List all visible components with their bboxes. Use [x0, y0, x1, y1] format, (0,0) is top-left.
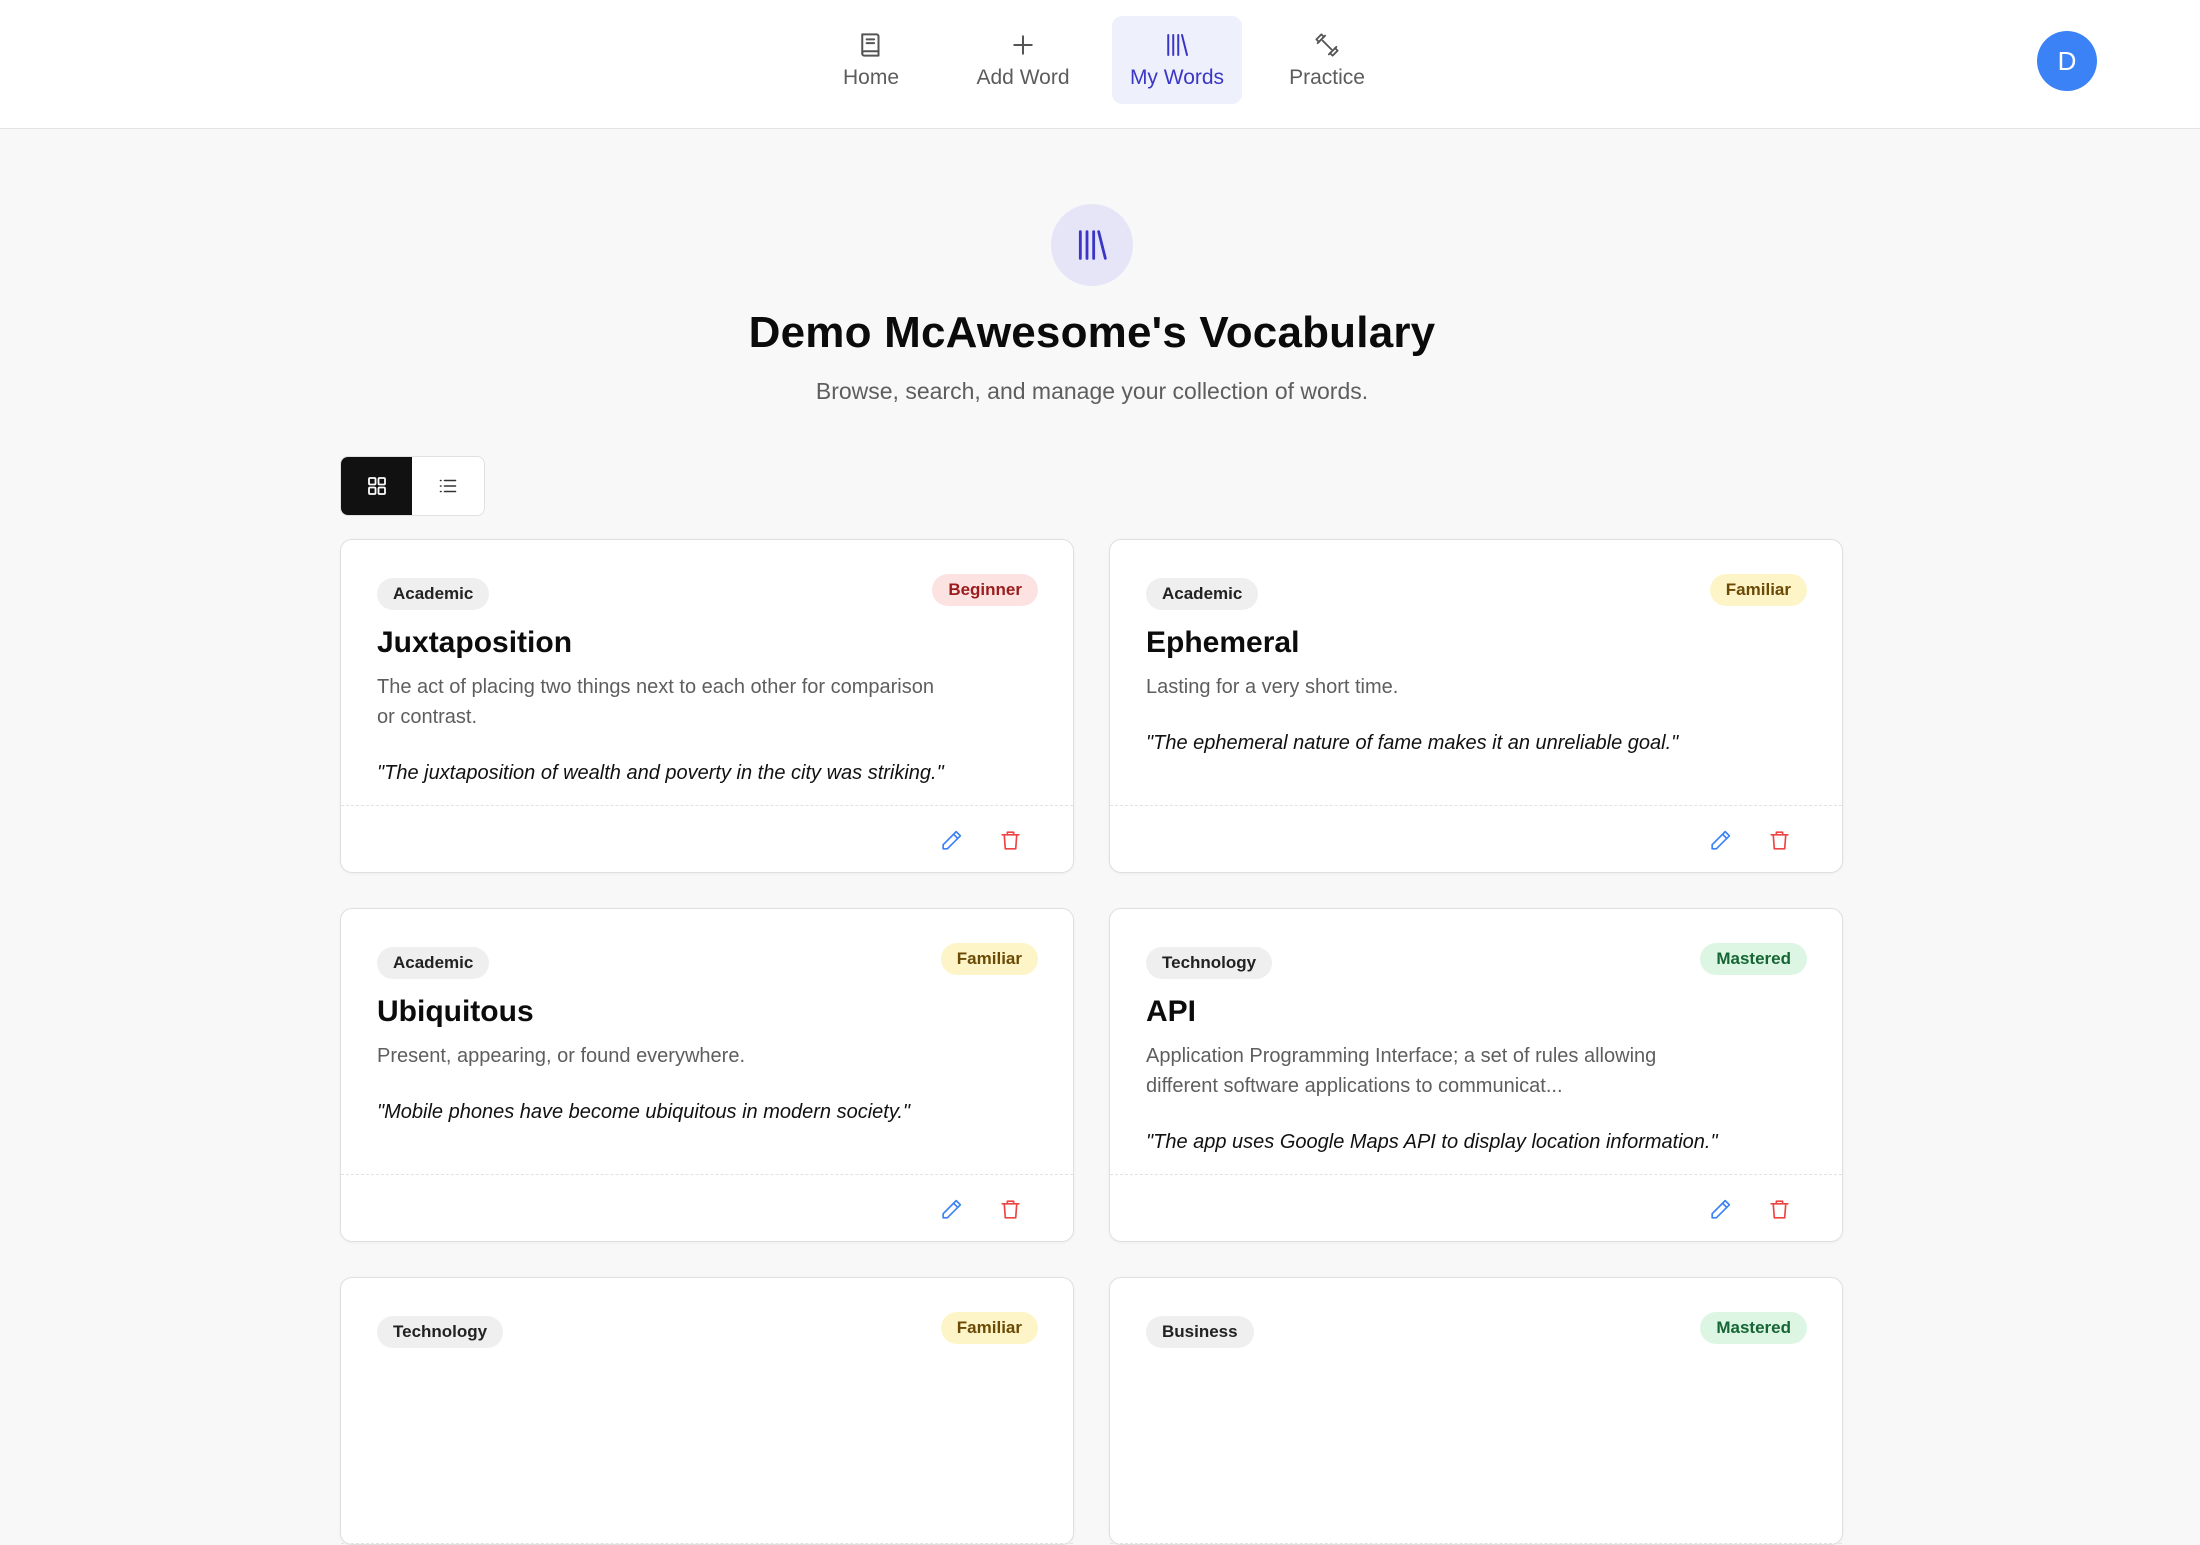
nav-label-add-word: Add Word	[976, 66, 1070, 89]
word-title: API	[1146, 995, 1197, 1028]
category-badge: Academic	[377, 947, 490, 979]
word-example: "The ephemeral nature of fame makes it a…	[1146, 732, 1679, 754]
trash-icon	[1769, 1199, 1789, 1219]
word-definition: Application Programming Interface; a set…	[1146, 1045, 1657, 1097]
pencil-icon	[1710, 1199, 1730, 1219]
edit-button[interactable]	[1706, 1195, 1734, 1223]
pencil-icon	[941, 1199, 961, 1219]
nav-label-my-words: My Words	[1129, 66, 1225, 89]
delete-button[interactable]	[1765, 1195, 1793, 1223]
category-badge: Technology	[377, 1316, 504, 1348]
word-card[interactable]: Business Mastered	[1109, 1277, 1843, 1545]
top-navigation-bar: Home Add Word My Words Practice D	[0, 0, 2200, 129]
word-title: Juxtaposition	[377, 626, 573, 659]
nav-label-practice: Practice	[1289, 66, 1365, 89]
word-example: "The juxtaposition of wealth and poverty…	[377, 762, 944, 784]
pencil-icon	[941, 830, 961, 850]
trash-icon	[1769, 830, 1789, 850]
level-badge: Mastered	[1700, 943, 1807, 975]
library-icon	[1051, 204, 1133, 286]
nav-item-practice[interactable]: Practice	[1262, 16, 1392, 104]
word-card[interactable]: Technology Mastered API Application Prog…	[1109, 908, 1843, 1242]
word-title: Ephemeral	[1146, 626, 1300, 659]
level-badge: Familiar	[940, 943, 1038, 975]
category-badge: Academic	[377, 578, 490, 610]
category-badge: Business	[1146, 1316, 1254, 1348]
user-avatar[interactable]: D	[2037, 31, 2097, 91]
level-badge: Beginner	[932, 574, 1038, 606]
word-card[interactable]: Academic Beginner Juxtaposition The act …	[340, 539, 1074, 873]
trash-icon	[1000, 1199, 1020, 1219]
word-card[interactable]: Academic Familiar Ubiquitous Present, ap…	[340, 908, 1074, 1242]
grid-view-button[interactable]	[341, 457, 412, 515]
edit-button[interactable]	[937, 826, 965, 854]
word-definition: Lasting for a very short time.	[1146, 676, 1399, 698]
trash-icon	[1000, 830, 1020, 850]
page-subtitle: Browse, search, and manage your collecti…	[815, 378, 1369, 404]
dumbbell-icon	[1315, 33, 1339, 57]
delete-button[interactable]	[996, 826, 1024, 854]
library-icon	[1167, 34, 1188, 56]
edit-button[interactable]	[1706, 826, 1734, 854]
nav-item-add-word[interactable]: Add Word	[950, 16, 1096, 104]
word-card[interactable]: Academic Familiar Ephemeral Lasting for …	[1109, 539, 1843, 873]
category-badge: Academic	[1146, 578, 1259, 610]
word-definition: The act of placing two things next to ea…	[377, 676, 934, 728]
word-example: "The app uses Google Maps API to display…	[1146, 1131, 1718, 1153]
grid-icon	[367, 477, 386, 495]
avatar-initial: D	[2057, 45, 2077, 76]
nav-item-home[interactable]: Home	[806, 16, 936, 104]
view-toggle	[340, 456, 485, 516]
plus-icon	[1013, 35, 1033, 55]
word-example: "Mobile phones have become ubiquitous in…	[377, 1101, 911, 1123]
page-title: Demo McAwesome's Vocabulary	[748, 308, 1436, 357]
list-view-button[interactable]	[412, 457, 483, 515]
pencil-icon	[1710, 830, 1730, 850]
main-nav: Home Add Word My Words Practice	[806, 16, 1408, 104]
list-icon	[439, 479, 456, 493]
word-title: Ubiquitous	[377, 995, 534, 1028]
word-card[interactable]: Technology Familiar	[340, 1277, 1074, 1545]
word-definition: Present, appearing, or found everywhere.	[377, 1045, 745, 1067]
nav-label-home: Home	[842, 66, 900, 89]
book-icon	[861, 33, 880, 57]
level-badge: Mastered	[1700, 1312, 1807, 1344]
edit-button[interactable]	[937, 1195, 965, 1223]
level-badge: Familiar	[940, 1312, 1038, 1344]
level-badge: Familiar	[1709, 574, 1807, 606]
category-badge: Technology	[1146, 947, 1273, 979]
delete-button[interactable]	[996, 1195, 1024, 1223]
nav-item-my-words[interactable]: My Words	[1112, 16, 1242, 104]
delete-button[interactable]	[1765, 826, 1793, 854]
